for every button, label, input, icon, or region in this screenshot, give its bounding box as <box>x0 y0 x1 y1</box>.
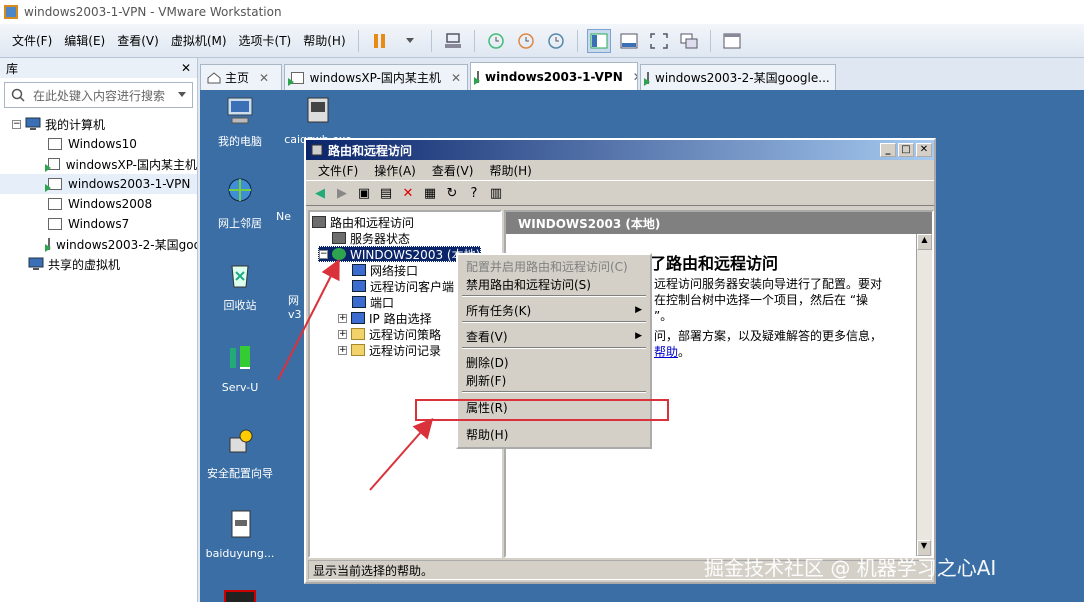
library-title: 库 <box>6 61 19 76</box>
tab-vm-2003-2[interactable]: windows2003-2-某国google... ✕ <box>640 64 836 90</box>
home-icon <box>207 71 221 83</box>
tree-shared-vms[interactable]: 共享的虚拟机 <box>0 254 197 274</box>
tab-vm-2003-1[interactable]: windows2003-1-VPN ✕ <box>470 62 638 90</box>
fullscreen-icon[interactable] <box>647 29 671 53</box>
vm-icon <box>48 198 62 210</box>
window-title: windows2003-1-VPN - VMware Workstation <box>24 5 282 19</box>
chevron-down-icon[interactable] <box>398 29 422 53</box>
tree-vm-label: Windows10 <box>68 137 137 151</box>
annotation-arrows <box>277 258 434 491</box>
library-search-input[interactable]: 在此处键入内容进行搜索 <box>4 82 193 108</box>
shared-computer-icon <box>28 257 44 270</box>
menu-help[interactable]: 帮助(H) <box>297 32 351 49</box>
vm-icon <box>48 218 62 230</box>
tab-vm-xp[interactable]: windowsXP-国内某主机 ✕ <box>284 64 468 90</box>
guest-desktop[interactable]: 我的电脑 caiqzwb.exe 网上邻居 Ne 回收站 网 v3 Serv-U… <box>200 90 1084 602</box>
vm-running-icon <box>45 178 62 192</box>
tree-vm-label: windows2003-1-VPN <box>68 177 191 191</box>
tree-vm-label: windows2003-2-某国google <box>56 237 197 252</box>
menu-tabs[interactable]: 选项卡(T) <box>233 32 298 49</box>
vmware-titlebar: windows2003-1-VPN - VMware Workstation <box>0 0 1084 24</box>
pause-icon[interactable] <box>368 29 392 53</box>
tree-vm-item[interactable]: windowsXP-国内某主机 <box>0 154 197 174</box>
unity-icon[interactable] <box>677 29 701 53</box>
show-library-icon[interactable] <box>586 28 611 53</box>
menu-file[interactable]: 文件(F) <box>6 32 58 49</box>
collapse-icon[interactable]: − <box>12 119 21 129</box>
tab-bar: 主页 ✕ windowsXP-国内某主机 ✕ windows2003-1-VPN… <box>200 62 1084 90</box>
tree-my-computer-label: 我的计算机 <box>45 117 106 132</box>
tab-label: windows2003-1-VPN <box>485 69 623 84</box>
tab-label: windows2003-2-某国google... <box>655 71 830 85</box>
tab-label: windowsXP-国内某主机 <box>309 71 441 85</box>
console-view-icon[interactable] <box>720 29 744 53</box>
watermark-text: 掘金技术社区 @ 机器学习之心AI <box>704 556 997 580</box>
vm-running-icon <box>45 158 60 172</box>
vmware-app-icon <box>4 5 18 19</box>
menu-view[interactable]: 查看(V) <box>111 32 165 49</box>
snapshot-take-icon[interactable] <box>484 29 508 53</box>
tree-vm-item-selected[interactable]: windows2003-1-VPN <box>0 174 197 194</box>
vm-running-icon <box>644 71 650 86</box>
tree-vm-item[interactable]: Windows10 <box>0 134 197 154</box>
library-tree: − 我的计算机 Windows10 windowsXP-国内某主机 window… <box>0 114 197 274</box>
chevron-down-icon[interactable] <box>178 92 186 98</box>
close-icon[interactable]: ✕ <box>259 71 269 85</box>
menu-edit[interactable]: 编辑(E) <box>58 32 111 49</box>
toolbar-separator <box>576 29 578 52</box>
arrow-to-server-node <box>277 258 340 381</box>
tab-home[interactable]: 主页 ✕ <box>200 64 282 90</box>
vm-running-icon <box>288 71 304 86</box>
toolbar-separator <box>473 29 475 52</box>
library-panel: 库 ✕ 在此处键入内容进行搜索 − 我的计算机 Windows10 window… <box>0 58 198 602</box>
arrow-to-properties <box>369 417 434 491</box>
tree-shared-label: 共享的虚拟机 <box>48 257 121 272</box>
close-icon[interactable]: ✕ <box>451 71 461 85</box>
vm-running-icon <box>474 70 480 85</box>
toolbar-separator <box>709 29 711 52</box>
thumbnail-bar-icon[interactable] <box>617 29 641 53</box>
library-close-icon[interactable]: ✕ <box>181 61 191 75</box>
tree-vm-item[interactable]: Windows7 <box>0 214 197 234</box>
tree-vm-label: windowsXP-国内某主机 <box>65 157 197 172</box>
tree-vm-label: Windows2008 <box>68 197 153 211</box>
tree-vm-item[interactable]: Windows2008 <box>0 194 197 214</box>
snapshot-revert-icon[interactable] <box>514 29 538 53</box>
tab-label: 主页 <box>225 71 250 85</box>
tree-vm-label: Windows7 <box>68 217 130 231</box>
menu-vm[interactable]: 虚拟机(M) <box>165 32 233 49</box>
vm-icon <box>48 138 62 150</box>
close-icon[interactable]: ✕ <box>633 70 637 84</box>
vmware-menubar: 文件(F) 编辑(E) 查看(V) 虚拟机(M) 选项卡(T) 帮助(H) <box>0 24 1084 58</box>
library-header: 库 ✕ <box>0 58 197 78</box>
toolbar-separator <box>357 29 359 52</box>
snapshot-manager-icon[interactable] <box>544 29 568 53</box>
computer-icon <box>25 117 41 130</box>
toolbar-separator <box>430 29 432 52</box>
search-icon <box>11 88 25 102</box>
send-keys-icon[interactable] <box>441 29 465 53</box>
vm-running-icon <box>45 238 51 252</box>
tree-my-computer[interactable]: − 我的计算机 <box>0 114 197 134</box>
library-search-placeholder: 在此处键入内容进行搜索 <box>33 88 166 103</box>
tree-vm-item[interactable]: windows2003-2-某国google <box>0 234 197 254</box>
